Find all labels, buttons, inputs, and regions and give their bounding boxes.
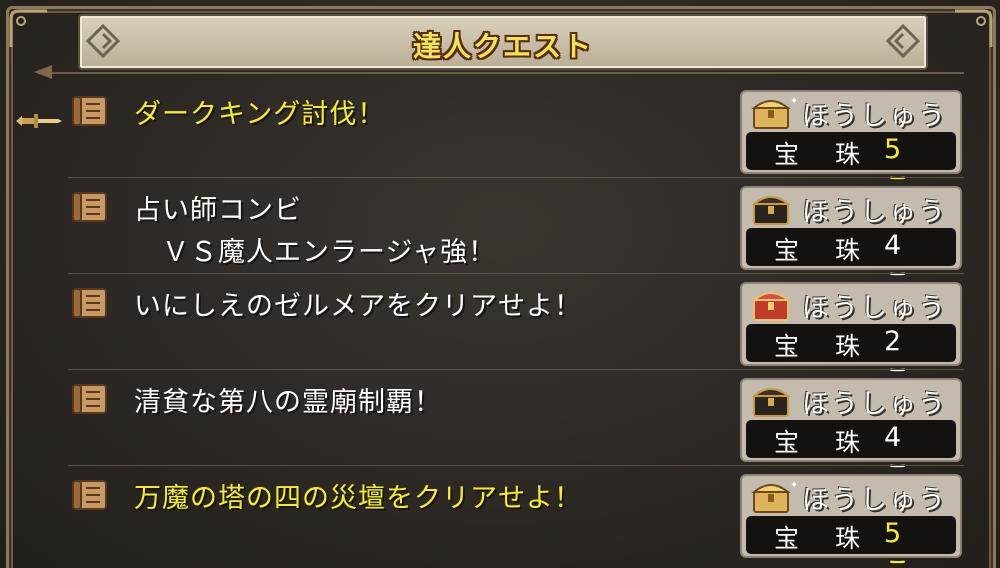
- reward-label: ほうしゅう: [802, 101, 947, 132]
- reward-value-box: 宝 珠 4 こ: [746, 228, 956, 299]
- reward-label: ほうしゅう: [802, 197, 947, 228]
- reward-item: 宝 珠: [774, 140, 874, 169]
- reward-count: 5 こ: [884, 518, 922, 568]
- treasure-chest-black-icon: [751, 196, 791, 225]
- reward-label: ほうしゅう: [802, 485, 947, 516]
- reward-item: 宝 珠: [774, 524, 874, 553]
- reward-label: ほうしゅう: [802, 293, 947, 324]
- quest-title: 万魔の塔の四の災壇をクリアせよ！: [134, 483, 582, 514]
- treasure-chest-gold-icon: ✦: [751, 96, 796, 129]
- treasure-chest-gold-icon: ✦: [751, 480, 796, 513]
- reward-panel: ほうしゅう 宝 珠 4 こ: [740, 378, 962, 491]
- treasure-chest-black-icon: [751, 388, 791, 417]
- window-title: 達人クエスト: [412, 30, 593, 63]
- reward-label: ほうしゅう: [802, 389, 947, 420]
- reward-value-box: 宝 珠 5 こ: [746, 516, 956, 568]
- quest-window: 達人クエスト ダークキング討伐！ ✦ ほうしゅう 宝 珠 5 占い師コンビ ＶＳ…: [0, 0, 1000, 568]
- quest-row[interactable]: いにしえのゼルメアをクリアせよ！ ほうしゅう 宝 珠 2 こ: [68, 272, 964, 395]
- reward-panel: ほうしゅう 宝 珠 2 こ: [740, 282, 962, 395]
- title-bar: 達人クエスト: [78, 14, 928, 70]
- reward-value-box: 宝 珠 5 こ: [746, 132, 956, 203]
- reward-value-box: 宝 珠 2 こ: [746, 324, 956, 395]
- quest-row[interactable]: 占い師コンビ ＶＳ魔人エンラージャ強！ ほうしゅう 宝 珠 4 こ: [68, 176, 964, 299]
- svg-text:✦: ✦: [790, 96, 796, 107]
- quest-title: いにしえのゼルメアをクリアせよ！: [134, 291, 582, 322]
- quest-title: 清貧な第八の霊廟制覇！: [134, 387, 442, 418]
- reward-item: 宝 珠: [774, 428, 874, 457]
- reward-panel: ほうしゅう 宝 珠 4 こ: [740, 186, 962, 299]
- quest-list: ダークキング討伐！ ✦ ほうしゅう 宝 珠 5 こ: [34, 65, 964, 568]
- scroll-icon: [72, 192, 107, 222]
- corner-ornament-icon: [955, 9, 993, 47]
- scroll-icon: [72, 384, 107, 414]
- scroll-icon: [72, 288, 107, 318]
- scroll-icon: [72, 96, 107, 126]
- reward-item: 宝 珠: [774, 236, 874, 265]
- svg-text:✦: ✦: [790, 480, 796, 491]
- scroll-ornament-icon: [886, 24, 920, 58]
- quest-row[interactable]: ダークキング討伐！ ✦ ほうしゅう 宝 珠 5 こ: [68, 80, 964, 203]
- quest-title: ダークキング討伐！: [134, 99, 386, 130]
- treasure-chest-red-icon: [751, 292, 791, 321]
- quest-row[interactable]: 清貧な第八の霊廟制覇！ ほうしゅう 宝 珠 4 こ: [68, 368, 964, 491]
- reward-panel: ✦ ほうしゅう 宝 珠 5 こ: [740, 474, 962, 568]
- reward-panel: ✦ ほうしゅう 宝 珠 5 こ: [740, 90, 962, 203]
- reward-value-box: 宝 珠 4 こ: [746, 420, 956, 491]
- reward-item: 宝 珠: [774, 332, 874, 361]
- quest-row[interactable]: 万魔の塔の四の災壇をクリアせよ！ ✦ ほうしゅう 宝 珠 5 こ: [68, 464, 964, 568]
- arrow-ornament-icon: [34, 65, 52, 79]
- corner-ornament-icon: [9, 9, 47, 47]
- quest-title: 占い師コンビ ＶＳ魔人エンラージャ強！: [134, 195, 497, 268]
- scroll-icon: [72, 480, 107, 510]
